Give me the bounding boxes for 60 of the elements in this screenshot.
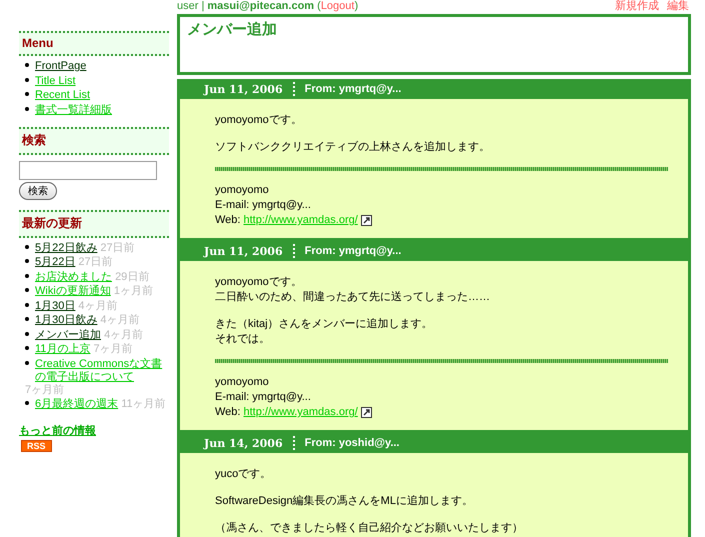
action-link[interactable]: 編集 <box>667 0 689 14</box>
age-label: 11ヶ月前 <box>121 398 166 410</box>
age-label: 7ヶ月前 <box>93 343 133 355</box>
message-paragraph: yomoyomoです。 二日酔いのため、間違ったあて先に送ってしまった…… <box>215 275 491 305</box>
recent-heading: 最新の更新 <box>19 210 169 238</box>
menu-link[interactable]: Recent List <box>35 89 90 102</box>
signature-name: yomoyomo <box>215 375 270 390</box>
paren-text: ) <box>354 0 358 12</box>
external-link-icon <box>360 215 372 226</box>
recent-link[interactable]: Creative Commonsな文書の電子出版について <box>35 358 167 384</box>
signature-email: E-mail: ymgrtq@y... <box>215 390 312 405</box>
recent-link[interactable]: 5月22日 <box>35 256 76 269</box>
post-date: Jun 11, 2006 <box>204 244 283 258</box>
message-paragraph: （馮さん、できましたら軽く自己紹介などお願いいたします） <box>215 521 524 536</box>
age-label: 4ヶ月前 <box>100 314 140 326</box>
recent-link[interactable]: 6月最終週の週末 <box>35 398 118 411</box>
external-link-icon <box>360 407 372 418</box>
post-sender: From: yoshid@y... <box>304 437 400 449</box>
web-link[interactable]: http://www.yamdas.org/ <box>243 213 358 228</box>
post-date: Jun 11, 2006 <box>204 82 283 96</box>
post-date: Jun 14, 2006 <box>204 436 283 450</box>
age-label: 7ヶ月前 <box>25 384 64 396</box>
web-label: Web: <box>215 213 240 228</box>
user-info: user | masui@pitecan.com ( <box>177 0 321 12</box>
age-label: 4ヶ月前 <box>78 300 118 312</box>
menu-heading: Menu <box>19 31 169 56</box>
web-link[interactable]: http://www.yamdas.org/ <box>243 405 358 420</box>
message-paragraph: yucoです。 <box>215 467 272 482</box>
menu-link[interactable]: Title List <box>35 74 76 88</box>
search-button[interactable]: 検索 <box>19 182 57 200</box>
recent-link[interactable]: 11月の上京 <box>35 343 90 356</box>
age-label: 27日前 <box>100 242 135 254</box>
more-link[interactable]: もっと前の情報 <box>19 423 96 438</box>
signature-email: E-mail: ymgrtq@y... <box>215 198 312 213</box>
age-label: 1ヶ月前 <box>114 285 153 297</box>
age-label: 29日前 <box>115 270 150 282</box>
message-paragraph: SoftwareDesign編集長の馮さんをMLに追加します。 <box>215 494 474 509</box>
signature-name: yomoyomo <box>215 183 270 198</box>
menu-link[interactable]: FrontPage <box>35 60 86 73</box>
age-label: 4ヶ月前 <box>104 328 144 340</box>
message-paragraph: きた（kitaj）さんをメンバーに追加します。 それでは。 <box>215 317 434 347</box>
recent-link[interactable]: お店決めました <box>35 270 112 284</box>
menu-link[interactable]: 書式一覧詳細版 <box>35 104 112 116</box>
logout-link[interactable]: Logout <box>320 0 354 12</box>
recent-link[interactable]: Wikiの更新通知 <box>35 285 111 298</box>
page-title: メンバー追加 <box>187 20 277 39</box>
recent-link[interactable]: 1月30日飲み <box>35 314 98 327</box>
recent-link[interactable]: 1月30日 <box>35 300 76 312</box>
message-paragraph: ソフトバンククリエイティブの上林さんを追加します。 <box>215 140 491 155</box>
recent-link[interactable]: メンバー追加 <box>35 328 101 342</box>
rss-badge[interactable]: RSS <box>21 440 52 452</box>
recent-link[interactable]: 5月22日飲み <box>35 242 98 254</box>
post-sender: From: ymgrtq@y... <box>304 245 402 257</box>
search-heading: 検索 <box>19 126 169 154</box>
web-label: Web: <box>215 405 240 420</box>
message-paragraph: yomoyomoです。 <box>215 113 303 128</box>
post-sender: From: ymgrtq@y... <box>304 83 402 95</box>
age-label: 27日前 <box>78 256 113 268</box>
search-field[interactable] <box>19 160 157 180</box>
action-link[interactable]: 新規作成 <box>615 0 659 14</box>
